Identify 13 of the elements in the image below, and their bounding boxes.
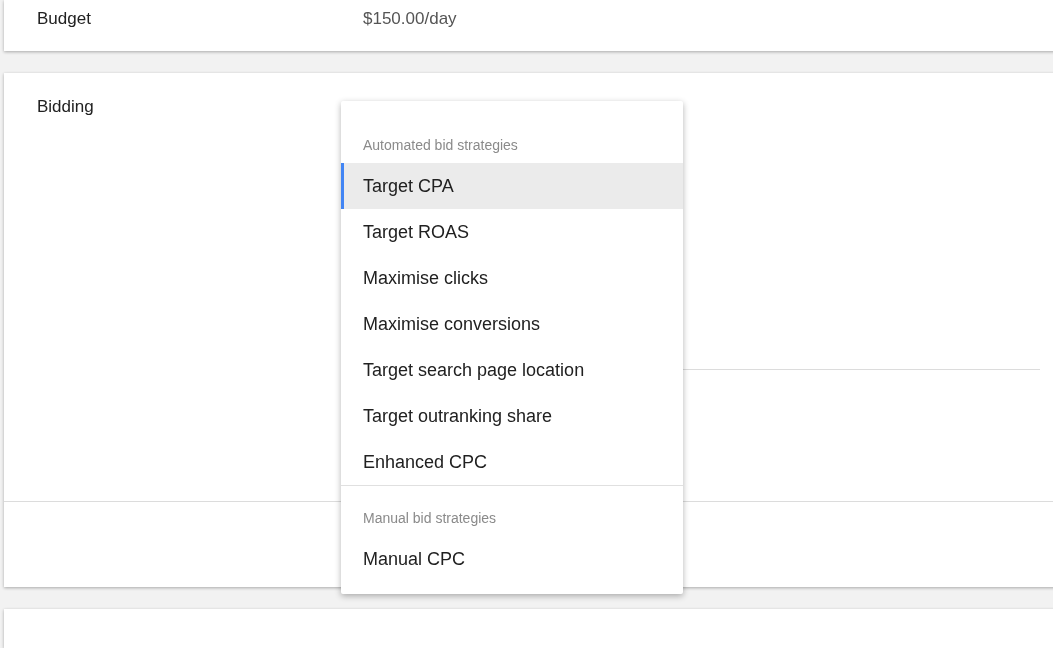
menu-item[interactable]: Target outranking share (341, 393, 683, 439)
menu-item[interactable]: Target ROAS (341, 209, 683, 255)
menu-item[interactable]: Target CPA (341, 163, 683, 209)
bidding-label: Bidding (37, 97, 95, 118)
menu-item[interactable]: Maximise conversions (341, 301, 683, 347)
menu-item[interactable]: Manual CPC (341, 536, 683, 582)
menu-group-header: Manual bid strategies (362, 510, 498, 526)
menu-item[interactable]: Target search page location (341, 347, 683, 393)
menu-item[interactable]: Maximise clicks (341, 255, 683, 301)
menu-item[interactable]: Enhanced CPC (341, 439, 683, 485)
budget-label: Budget (37, 8, 92, 29)
menu-group-header: Automated bid strategies (362, 137, 519, 153)
budget-value: $150.00/day (363, 8, 457, 29)
